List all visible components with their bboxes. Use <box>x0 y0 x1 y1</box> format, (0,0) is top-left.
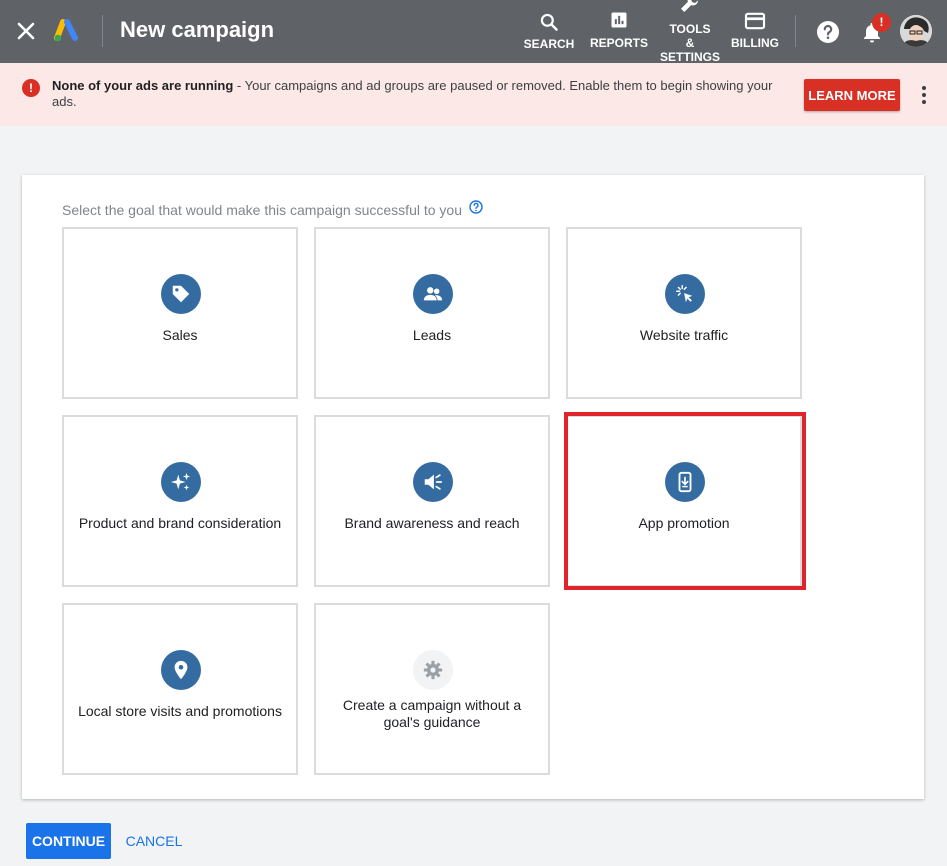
nav-reports-button[interactable]: REPORTS <box>588 0 650 63</box>
alert-banner: ! None of your ads are running - Your ca… <box>0 63 947 126</box>
help-circle-icon[interactable] <box>469 200 483 214</box>
nav-billing-label: BILLING <box>731 36 779 50</box>
google-ads-logo <box>54 19 78 42</box>
error-icon: ! <box>22 79 40 97</box>
highlight-box <box>564 412 806 590</box>
nav-tools-line1: TOOLS <box>669 22 711 36</box>
help-icon[interactable] <box>816 20 840 44</box>
gear-icon <box>413 650 453 690</box>
people-icon <box>413 274 453 314</box>
nav-reports-label: REPORTS <box>589 36 648 50</box>
nav-tools-line3: SETTINGS <box>660 50 721 64</box>
divider <box>102 15 103 47</box>
nav-tools-label: TOOLS & SETTINGS <box>660 22 720 64</box>
goal-leads[interactable]: Leads <box>314 227 550 399</box>
notification-badge: ! <box>872 13 891 32</box>
nav-tools-line2: & <box>685 36 695 50</box>
location-pin-icon <box>161 650 201 690</box>
nav-tools-settings-button[interactable]: TOOLS & SETTINGS <box>660 0 720 64</box>
goal-sales[interactable]: Sales <box>62 227 298 399</box>
goal-label: Sales <box>162 327 198 343</box>
goal-local-store-visits[interactable]: Local store visits and promotions <box>62 603 298 775</box>
nav-search-label: SEARCH <box>523 37 575 51</box>
goal-label: Create a campaign without a goal's guida… <box>342 697 522 730</box>
goal-label: Brand awareness and reach <box>344 515 520 531</box>
search-icon <box>540 13 558 31</box>
sparkle-icon <box>161 462 201 502</box>
avatar[interactable] <box>900 15 932 47</box>
speaker-icon <box>413 462 453 502</box>
learn-more-button[interactable]: LEARN MORE <box>804 79 900 111</box>
alert-title: None of your ads are running <box>52 78 234 93</box>
goal-label: Product and brand consideration <box>78 515 282 531</box>
goal-website-traffic[interactable]: Website traffic <box>566 227 802 399</box>
goal-instruction: Select the goal that would make this cam… <box>62 202 462 218</box>
alert-message: None of your ads are running - Your camp… <box>52 78 782 110</box>
goal-label: Website traffic <box>639 327 729 343</box>
goal-product-brand-consideration[interactable]: Product and brand consideration <box>62 415 298 587</box>
close-icon[interactable] <box>14 19 38 43</box>
top-app-bar: New campaign SEARCH REPORTS TOOLS & SETT… <box>0 0 947 64</box>
more-vert-icon[interactable] <box>916 85 932 105</box>
tag-icon <box>161 274 201 314</box>
divider <box>795 15 796 47</box>
avatar-image <box>900 15 932 47</box>
goal-brand-awareness-reach[interactable]: Brand awareness and reach <box>314 415 550 587</box>
goal-label: Local store visits and promotions <box>78 703 282 719</box>
nav-search-button[interactable]: SEARCH <box>520 0 578 63</box>
nav-billing-button[interactable]: BILLING <box>728 0 782 63</box>
cursor-click-icon <box>665 274 705 314</box>
page-title: New campaign <box>120 17 275 42</box>
wrench-icon <box>681 0 698 12</box>
goal-label: Leads <box>412 327 452 343</box>
goal-no-guidance[interactable]: Create a campaign without a goal's guida… <box>314 603 550 775</box>
reports-icon <box>611 12 627 28</box>
continue-button[interactable]: CONTINUE <box>26 823 111 859</box>
credit-card-icon <box>744 12 766 30</box>
cancel-button[interactable]: CANCEL <box>120 823 188 859</box>
